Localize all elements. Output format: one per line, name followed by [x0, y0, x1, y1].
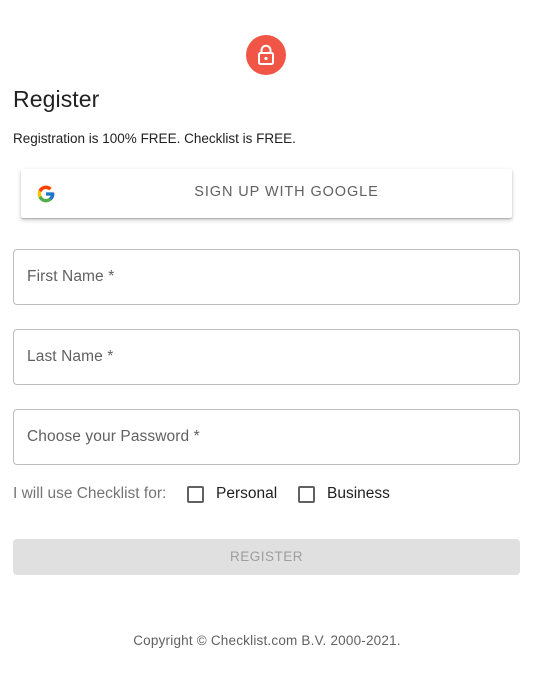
- password-field[interactable]: Choose your Password *: [13, 409, 520, 465]
- first-name-field[interactable]: First Name *: [13, 249, 520, 305]
- page-subtitle: Registration is 100% FREE. Checklist is …: [13, 131, 296, 146]
- business-checkbox-label[interactable]: Business: [327, 485, 390, 503]
- google-signup-button[interactable]: SIGN UP WITH GOOGLE: [21, 169, 512, 218]
- copyright-text: Copyright © Checklist.com B.V. 2000-2021…: [133, 633, 401, 648]
- personal-checkbox-label[interactable]: Personal: [216, 485, 277, 503]
- usage-label: I will use Checklist for:: [13, 485, 167, 502]
- password-input[interactable]: [14, 410, 519, 464]
- lock-avatar: [246, 35, 286, 75]
- usage-row: I will use Checklist for: Personal Busin…: [13, 483, 433, 505]
- business-checkbox[interactable]: [298, 486, 315, 503]
- google-signup-label: SIGN UP WITH GOOGLE: [194, 184, 379, 200]
- lock-icon: [258, 44, 274, 65]
- first-name-input[interactable]: [14, 250, 519, 304]
- last-name-field[interactable]: Last Name *: [13, 329, 520, 385]
- personal-checkbox[interactable]: [187, 486, 204, 503]
- register-button[interactable]: REGISTER: [13, 539, 520, 575]
- page-title: Register: [13, 86, 100, 112]
- last-name-input[interactable]: [14, 330, 519, 384]
